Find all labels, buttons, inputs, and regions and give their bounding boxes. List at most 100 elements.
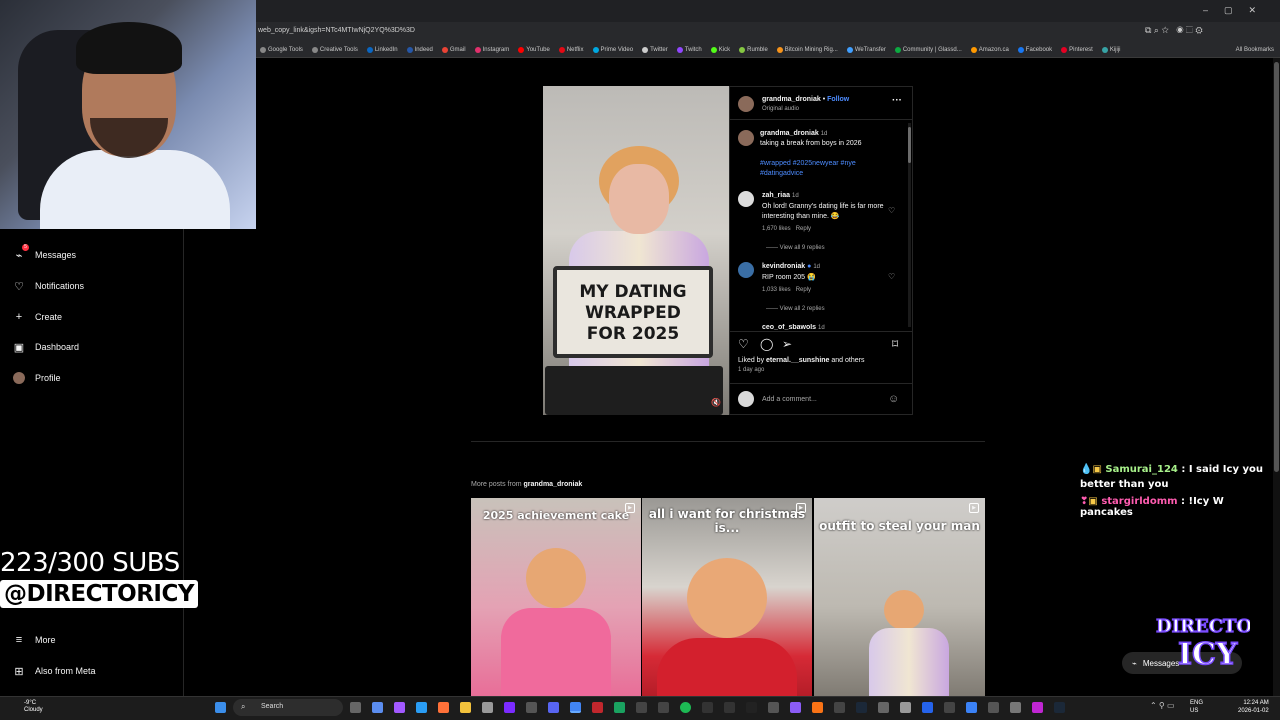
taskbar-clock[interactable]: 12:24 AM 2026-01-02 bbox=[1238, 699, 1269, 715]
audio-label[interactable]: Original audio bbox=[762, 106, 799, 112]
page-scroll-thumb[interactable] bbox=[1274, 62, 1279, 472]
sidebar-item-create[interactable]: + Create bbox=[12, 310, 62, 324]
app-icon[interactable] bbox=[746, 702, 757, 713]
bookmark-item[interactable]: Bitcoin Mining Rig... bbox=[776, 46, 838, 53]
sidebar-item-profile[interactable]: Profile bbox=[12, 371, 61, 385]
comments-scroll-thumb[interactable] bbox=[908, 127, 911, 163]
commenter-avatar[interactable] bbox=[738, 191, 754, 207]
app-icon[interactable] bbox=[1032, 702, 1043, 713]
app-icon[interactable] bbox=[1010, 702, 1021, 713]
more-post-thumbnail[interactable]: all i want for christmas is... ▶ bbox=[642, 498, 812, 696]
sidebar-item-notifications[interactable]: ♡ Notifications bbox=[12, 279, 84, 293]
bookmark-item[interactable]: Amazon.ca bbox=[970, 46, 1009, 53]
app-icon[interactable] bbox=[504, 702, 515, 713]
like-icon[interactable]: ♡ bbox=[738, 337, 749, 351]
bookmark-item[interactable]: Facebook bbox=[1017, 46, 1052, 53]
app-icon[interactable] bbox=[636, 702, 647, 713]
reply-button[interactable]: Reply bbox=[796, 287, 811, 293]
comment-like-icon[interactable]: ♡ bbox=[888, 206, 895, 215]
comment-likes[interactable]: 1,033 likes bbox=[762, 287, 791, 293]
liked-by-others[interactable]: and others bbox=[829, 357, 864, 364]
app-icon[interactable] bbox=[812, 702, 823, 713]
comment-like-icon[interactable]: ♡ bbox=[888, 272, 895, 281]
emoji-icon[interactable]: ☺ bbox=[888, 393, 899, 405]
bookmark-item[interactable]: Pinterest bbox=[1061, 46, 1093, 53]
spotify-icon[interactable] bbox=[680, 702, 691, 713]
post-video[interactable]: MY DATING WRAPPED FOR 2025 🔇 bbox=[543, 86, 729, 415]
windows-start-icon[interactable] bbox=[215, 702, 226, 713]
app-icon[interactable] bbox=[526, 702, 537, 713]
app-icon[interactable] bbox=[944, 702, 955, 713]
chrome-icon[interactable] bbox=[570, 702, 581, 713]
bookmark-item[interactable]: Prime Video bbox=[592, 46, 633, 53]
caption-hashtags[interactable]: #wrapped #2025newyear #nye #datingadvice bbox=[760, 159, 880, 179]
author-avatar[interactable] bbox=[738, 96, 754, 112]
liked-by-user[interactable]: eternal.__sunshine bbox=[766, 357, 829, 364]
app-icon[interactable] bbox=[702, 702, 713, 713]
window-controls[interactable]: –▢✕ bbox=[1203, 5, 1272, 16]
app-icon[interactable] bbox=[790, 702, 801, 713]
bookmark-item[interactable]: Community | Glassd... bbox=[894, 46, 962, 53]
bookmark-item[interactable]: Twitch bbox=[676, 46, 702, 53]
edge-icon[interactable] bbox=[416, 702, 427, 713]
app-icon[interactable] bbox=[988, 702, 999, 713]
system-tray-icons[interactable]: ⌃ ⚲ ▭ bbox=[1150, 701, 1175, 710]
follow-button[interactable]: Follow bbox=[827, 96, 849, 103]
comment-username[interactable]: zah_riaa bbox=[762, 192, 790, 199]
sidebar-item-more[interactable]: ≡ More bbox=[12, 633, 56, 647]
caption-username[interactable]: grandma_droniak bbox=[760, 130, 819, 137]
steam-icon[interactable] bbox=[856, 702, 867, 713]
language-indicator[interactable]: ENG US bbox=[1190, 699, 1203, 715]
bookmark-item[interactable]: Google Tools bbox=[260, 46, 303, 53]
comment-username[interactable]: ceo_of_sbawols bbox=[762, 324, 816, 330]
comments-scrollbar[interactable] bbox=[908, 123, 911, 327]
browser-toolbar-icons[interactable]: ⧉ ⌕ ☆ ◉ ⬚ ⚙ bbox=[1145, 25, 1203, 36]
more-post-thumbnail[interactable]: 2025 achievement cake ▶ bbox=[471, 498, 641, 696]
app-icon[interactable] bbox=[768, 702, 779, 713]
app-icon[interactable] bbox=[922, 702, 933, 713]
comment-icon[interactable]: ◯ bbox=[760, 337, 773, 351]
more-options-icon[interactable]: ··· bbox=[892, 95, 902, 106]
sidebar-item-dashboard[interactable]: ▣ Dashboard bbox=[12, 340, 79, 354]
app-icon[interactable] bbox=[592, 702, 603, 713]
app-icon[interactable] bbox=[900, 702, 911, 713]
sidebar-item-also-from-meta[interactable]: ⊞ Also from Meta bbox=[12, 664, 95, 678]
view-replies-button[interactable]: —— View all 2 replies bbox=[766, 306, 825, 312]
app-icon[interactable] bbox=[834, 702, 845, 713]
bookmark-item[interactable]: Netflix bbox=[558, 46, 584, 53]
sidebar-item-messages[interactable]: ⌁ 5 Messages bbox=[12, 244, 76, 262]
comment-likes[interactable]: 1,670 likes bbox=[762, 226, 791, 232]
author-username[interactable]: grandma_droniak bbox=[762, 96, 821, 103]
app-icon[interactable] bbox=[372, 702, 383, 713]
more-post-thumbnail[interactable]: outfit to steal your man ▶ bbox=[814, 498, 985, 696]
weather-widget[interactable]: -9°C Cloudy bbox=[10, 700, 43, 714]
mute-icon[interactable]: 🔇 bbox=[711, 398, 721, 407]
app-icon[interactable] bbox=[394, 702, 405, 713]
bookmark-item[interactable]: Kijiji bbox=[1101, 46, 1121, 53]
address-bar[interactable]: web_copy_link&igsh=NTc4MTIwNjQ2YQ%3D%3D bbox=[256, 22, 1280, 42]
save-icon[interactable]: ⌑ bbox=[892, 337, 898, 351]
task-view-icon[interactable] bbox=[350, 702, 361, 713]
discord-icon[interactable] bbox=[548, 702, 559, 713]
firefox-icon[interactable] bbox=[438, 702, 449, 713]
app-icon[interactable] bbox=[658, 702, 669, 713]
bookmark-item[interactable]: WeTransfer bbox=[846, 46, 886, 53]
more-posts-username[interactable]: grandma_droniak bbox=[524, 481, 583, 488]
bookmark-item[interactable]: Creative Tools bbox=[311, 46, 358, 53]
share-icon[interactable]: ➢ bbox=[782, 337, 792, 351]
file-explorer-icon[interactable] bbox=[460, 702, 471, 713]
bookmark-item[interactable]: Twitter bbox=[642, 46, 668, 53]
comment-username[interactable]: kevindroniak bbox=[762, 263, 805, 270]
app-icon[interactable] bbox=[878, 702, 889, 713]
bookmark-item[interactable]: Instagram bbox=[474, 46, 509, 53]
bookmark-item[interactable]: Kick bbox=[710, 46, 730, 53]
bookmark-item[interactable]: Rumble bbox=[739, 46, 768, 53]
bookmark-item[interactable]: YouTube bbox=[518, 46, 550, 53]
app-icon[interactable] bbox=[966, 702, 977, 713]
all-bookmarks-link[interactable]: All Bookmarks bbox=[1236, 47, 1274, 53]
bookmark-item[interactable]: Gmail bbox=[441, 46, 466, 53]
bookmark-item[interactable]: LinkedIn bbox=[366, 46, 398, 53]
reply-button[interactable]: Reply bbox=[796, 226, 811, 232]
commenter-avatar[interactable] bbox=[738, 262, 754, 278]
app-icon[interactable] bbox=[724, 702, 735, 713]
